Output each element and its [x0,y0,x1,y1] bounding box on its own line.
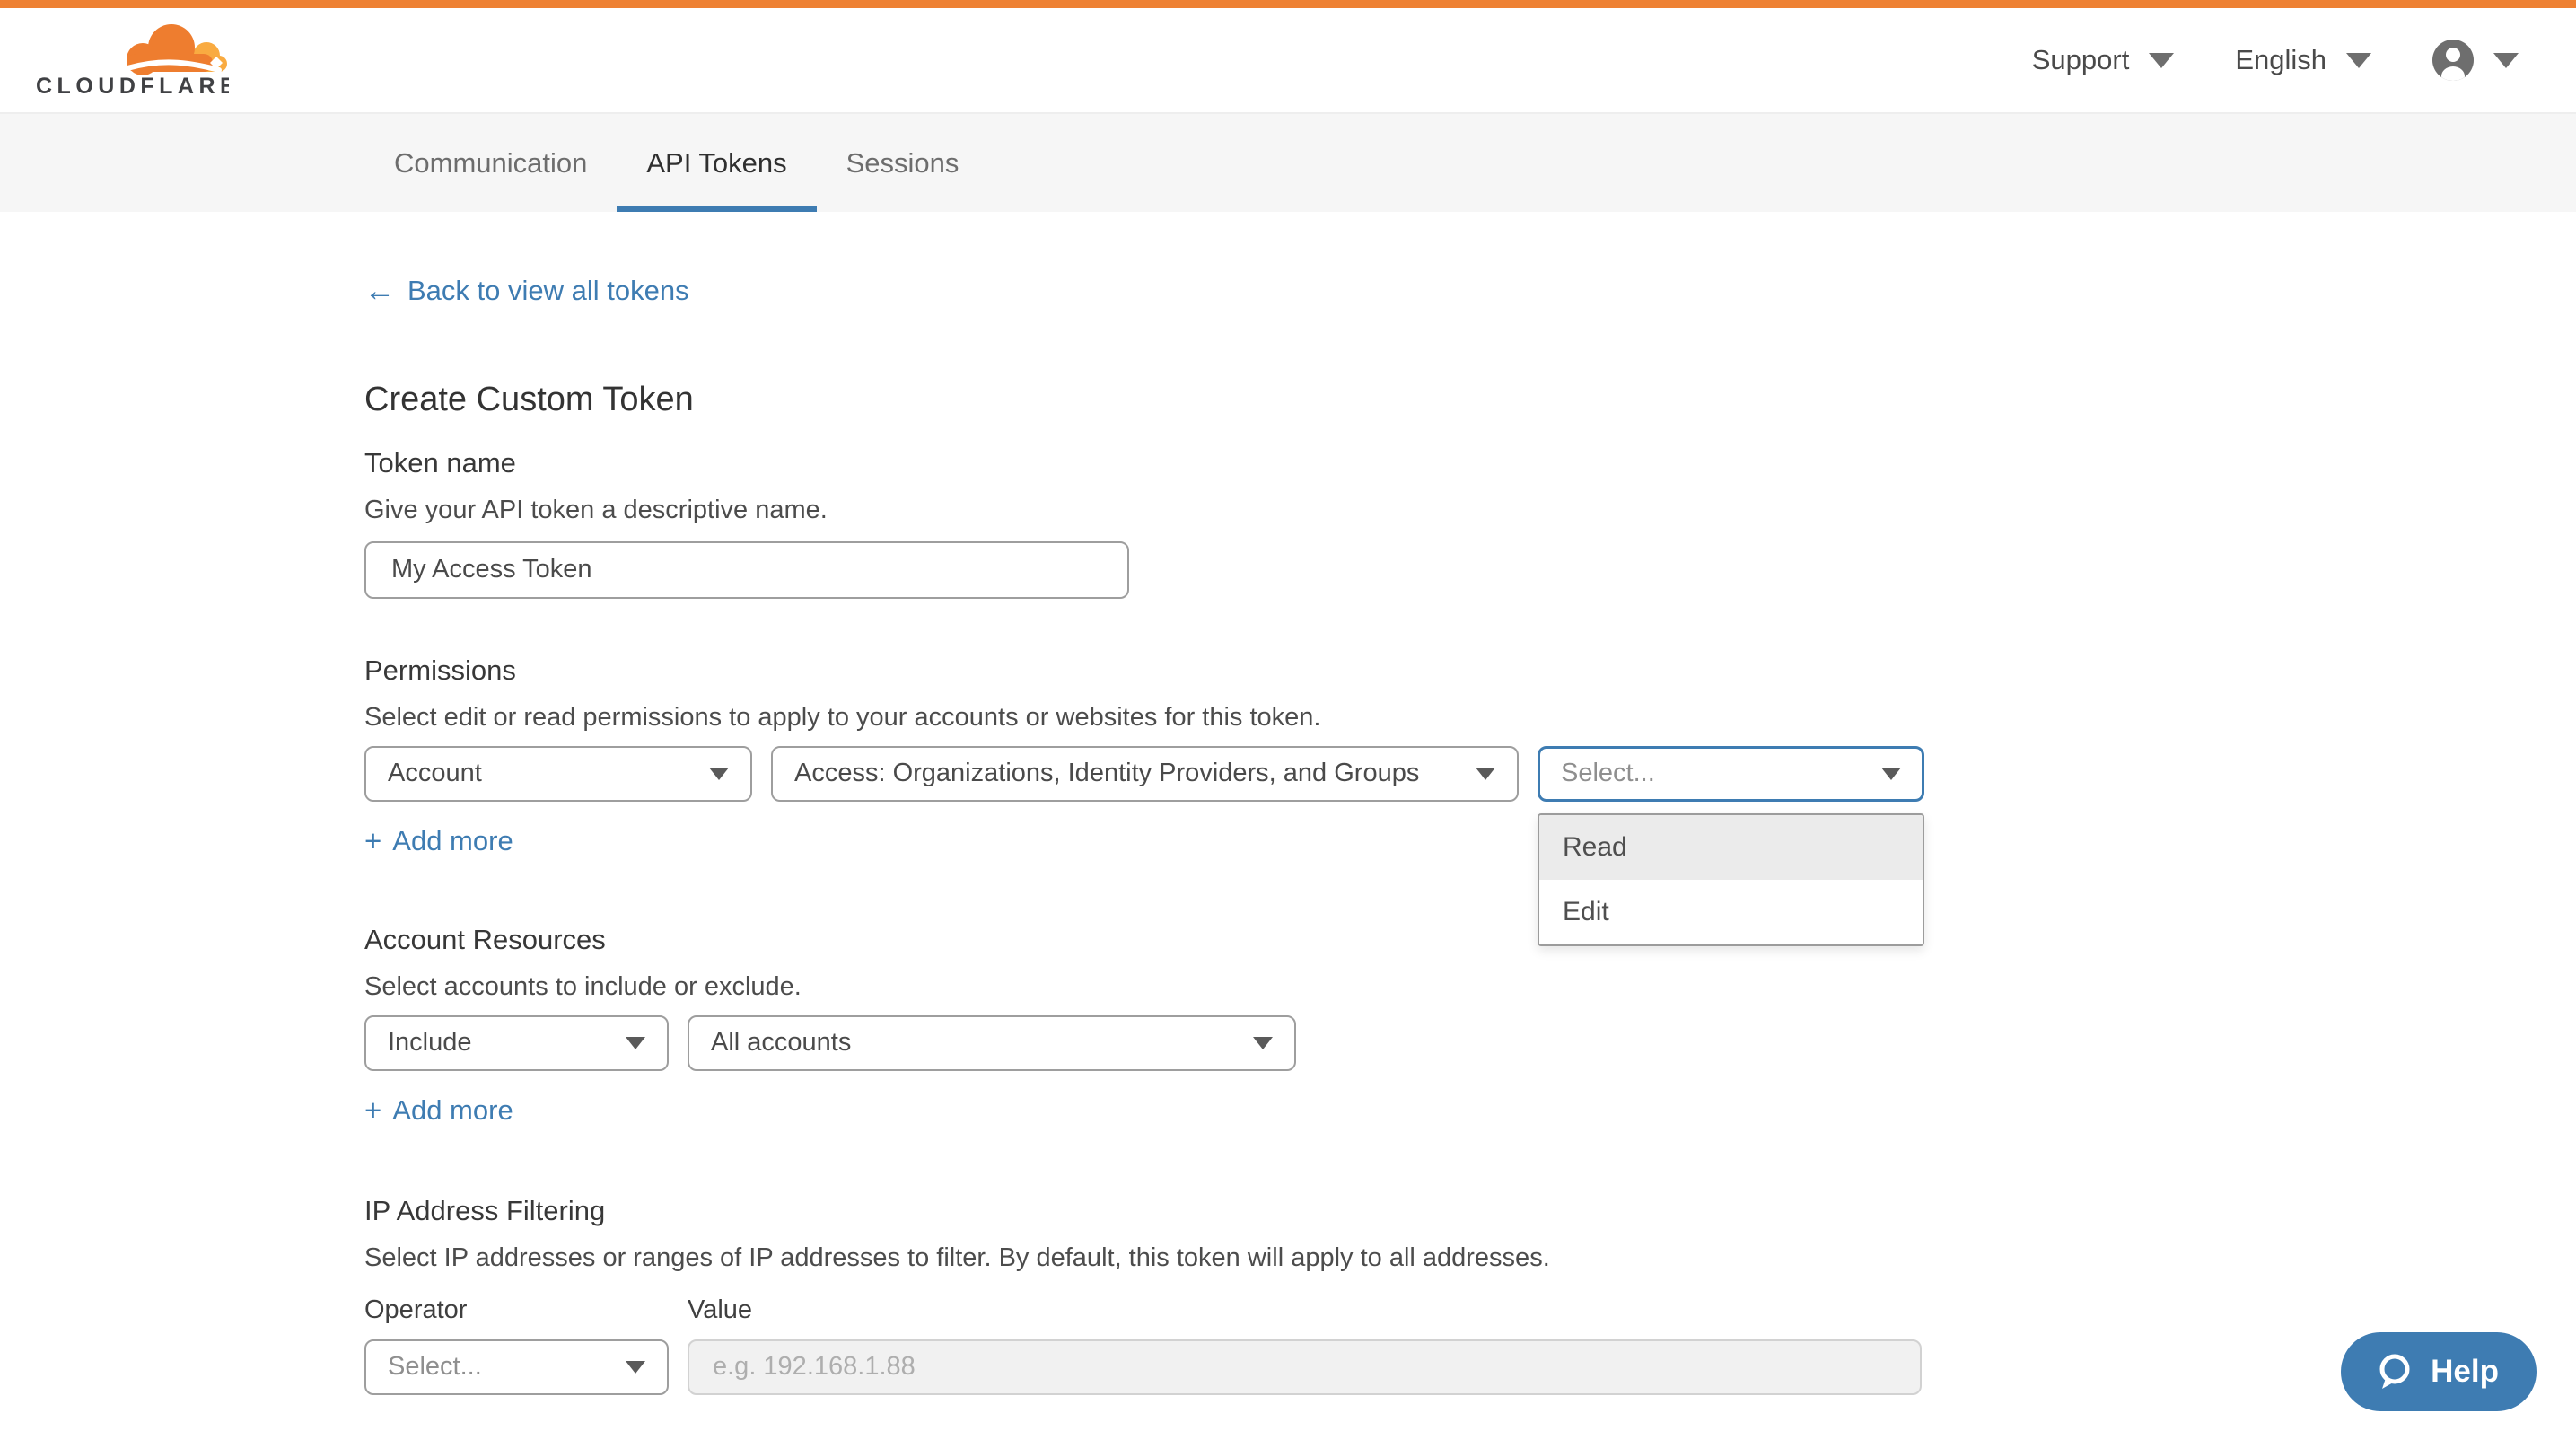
permission-level-dropdown: Read Edit [1538,813,1924,946]
account-resources-add-more-link[interactable]: + Add more [364,1094,513,1127]
create-token-page: ← Back to view all tokens Create Custom … [0,212,2576,1395]
account-resources-section: Account Resources Select accounts to inc… [364,924,2576,1127]
token-name-section: Token name Give your API token a descrip… [364,447,2576,599]
permission-level-select[interactable]: Select... [1538,746,1924,802]
chat-bubble-icon [2373,1351,2414,1392]
logo-wordmark: CLOUDFLARE [36,74,229,97]
tab-label: Sessions [846,147,959,180]
profile-tabs: Communication API Tokens Sessions [0,112,2576,212]
account-resources-heading: Account Resources [364,924,2576,956]
ip-operator-select[interactable]: Select... [364,1339,669,1395]
tab-label: Communication [394,147,587,180]
permission-group-value: Access: Organizations, Identity Provider… [794,759,1419,788]
token-name-heading: Token name [364,447,2576,479]
resource-mode-select[interactable]: Include [364,1015,669,1071]
page-title: Create Custom Token [364,381,2576,420]
language-menu-label: English [2235,44,2326,76]
chevron-down-icon [1253,1037,1273,1049]
plus-icon: + [364,1095,381,1125]
ip-value-input[interactable] [688,1339,1922,1395]
dropdown-option-edit[interactable]: Edit [1539,880,1923,944]
language-menu[interactable]: English [2235,44,2371,76]
resource-accounts-select[interactable]: All accounts [688,1015,1296,1071]
brand-accent-bar [0,0,2576,8]
ip-filtering-section: IP Address Filtering Select IP addresses… [364,1195,2576,1395]
token-name-description: Give your API token a descriptive name. [364,496,2576,525]
permission-scope-select[interactable]: Account [364,746,752,802]
back-link-label: Back to view all tokens [407,275,689,307]
permissions-add-more-link[interactable]: + Add more [364,825,513,857]
add-more-label: Add more [392,1094,513,1127]
dropdown-option-read[interactable]: Read [1539,815,1923,880]
app-header: CLOUDFLARE Support English [0,8,2576,112]
help-button[interactable]: Help [2341,1332,2537,1411]
cloudflare-logo-graphic: CLOUDFLARE [36,23,229,97]
chevron-down-icon [2493,53,2519,68]
help-button-label: Help [2431,1354,2499,1390]
arrow-left-icon: ← [364,276,395,306]
permissions-heading: Permissions [364,654,2576,687]
chevron-down-icon [1881,768,1901,780]
chevron-down-icon [626,1037,645,1049]
permissions-section: Permissions Select edit or read permissi… [364,654,2576,857]
account-menu[interactable] [2432,40,2519,81]
add-more-label: Add more [392,825,513,857]
value-label: Value [688,1295,752,1325]
tab-sessions[interactable]: Sessions [817,114,989,212]
chevron-down-icon [2346,53,2371,68]
permission-group-select[interactable]: Access: Organizations, Identity Provider… [771,746,1519,802]
ip-operator-placeholder: Select... [388,1352,482,1382]
permissions-description: Select edit or read permissions to apply… [364,703,2576,733]
resource-accounts-value: All accounts [711,1028,851,1058]
user-avatar-icon [2432,40,2474,81]
ip-filtering-description: Select IP addresses or ranges of IP addr… [364,1243,2576,1273]
chevron-down-icon [709,768,729,780]
permission-scope-value: Account [388,759,482,788]
account-resources-description: Select accounts to include or exclude. [364,972,2576,1002]
permission-level-placeholder: Select... [1561,759,1655,788]
plus-icon: + [364,826,381,856]
resource-mode-value: Include [388,1028,472,1058]
cloudflare-logo[interactable]: CLOUDFLARE [36,23,229,97]
tab-communication[interactable]: Communication [364,114,617,212]
token-name-input[interactable] [364,541,1129,599]
chevron-down-icon [1476,768,1495,780]
back-link[interactable]: ← Back to view all tokens [364,275,689,307]
support-menu-label: Support [2032,44,2130,76]
tab-api-tokens[interactable]: API Tokens [617,114,816,212]
tab-label: API Tokens [646,147,786,180]
ip-filtering-heading: IP Address Filtering [364,1195,2576,1227]
chevron-down-icon [626,1361,645,1374]
chevron-down-icon [2149,53,2174,68]
operator-label: Operator [364,1295,688,1325]
support-menu[interactable]: Support [2032,44,2175,76]
